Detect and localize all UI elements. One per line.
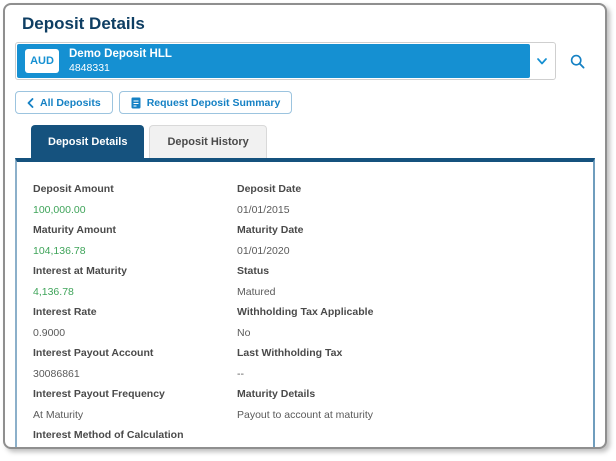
field-deposit-date: Deposit Date 01/01/2015: [237, 183, 583, 224]
request-deposit-summary-label: Request Deposit Summary: [147, 97, 281, 109]
chevron-down-icon[interactable]: [530, 44, 554, 78]
all-deposits-label: All Deposits: [40, 97, 101, 109]
tab-deposit-history[interactable]: Deposit History: [149, 125, 266, 158]
field-maturity-details: Maturity Details Payout to account at ma…: [237, 388, 583, 429]
field-withholding-tax-applicable: Withholding Tax Applicable No: [237, 306, 583, 347]
empty-cell: [237, 429, 583, 449]
search-icon[interactable]: [563, 47, 591, 75]
tab-deposit-details[interactable]: Deposit Details: [31, 125, 144, 158]
field-maturity-date: Maturity Date 01/01/2020: [237, 224, 583, 265]
field-deposit-amount: Deposit Amount 100,000.00: [33, 183, 237, 224]
document-icon: [131, 97, 141, 109]
deposit-details-panel: Deposit Amount 100,000.00 Deposit Date 0…: [15, 158, 595, 449]
field-interest-method-of-calculation: Interest Method of Calculation 365: [33, 429, 237, 449]
field-interest-at-maturity: Interest at Maturity 4,136.78: [33, 265, 237, 306]
all-deposits-button[interactable]: All Deposits: [15, 91, 113, 114]
field-interest-payout-frequency: Interest Payout Frequency At Maturity: [33, 388, 237, 429]
deposit-selector-row: AUD Demo Deposit HLL 4848331: [15, 42, 591, 80]
deposit-details-window: Deposit Details AUD Demo Deposit HLL 484…: [3, 3, 607, 449]
deposit-name: Demo Deposit HLL: [69, 48, 172, 61]
toolbar: All Deposits Request Deposit Summary: [15, 91, 605, 114]
deposit-selector[interactable]: AUD Demo Deposit HLL 4848331: [15, 42, 556, 80]
field-maturity-amount: Maturity Amount 104,136.78: [33, 224, 237, 265]
field-status: Status Matured: [237, 265, 583, 306]
currency-badge: AUD: [25, 49, 59, 73]
deposit-number: 4848331: [69, 62, 172, 75]
field-last-withholding-tax: Last Withholding Tax --: [237, 347, 583, 388]
request-deposit-summary-button[interactable]: Request Deposit Summary: [119, 91, 293, 114]
page-title: Deposit Details: [22, 14, 605, 34]
tab-bar: Deposit Details Deposit History: [31, 125, 605, 158]
details-grid: Deposit Amount 100,000.00 Deposit Date 0…: [17, 162, 593, 449]
deposit-selector-selected-option: AUD Demo Deposit HLL 4848331: [17, 44, 530, 78]
field-interest-rate: Interest Rate 0.9000: [33, 306, 237, 347]
field-interest-payout-account: Interest Payout Account 30086861: [33, 347, 237, 388]
chevron-left-icon: [27, 98, 34, 108]
